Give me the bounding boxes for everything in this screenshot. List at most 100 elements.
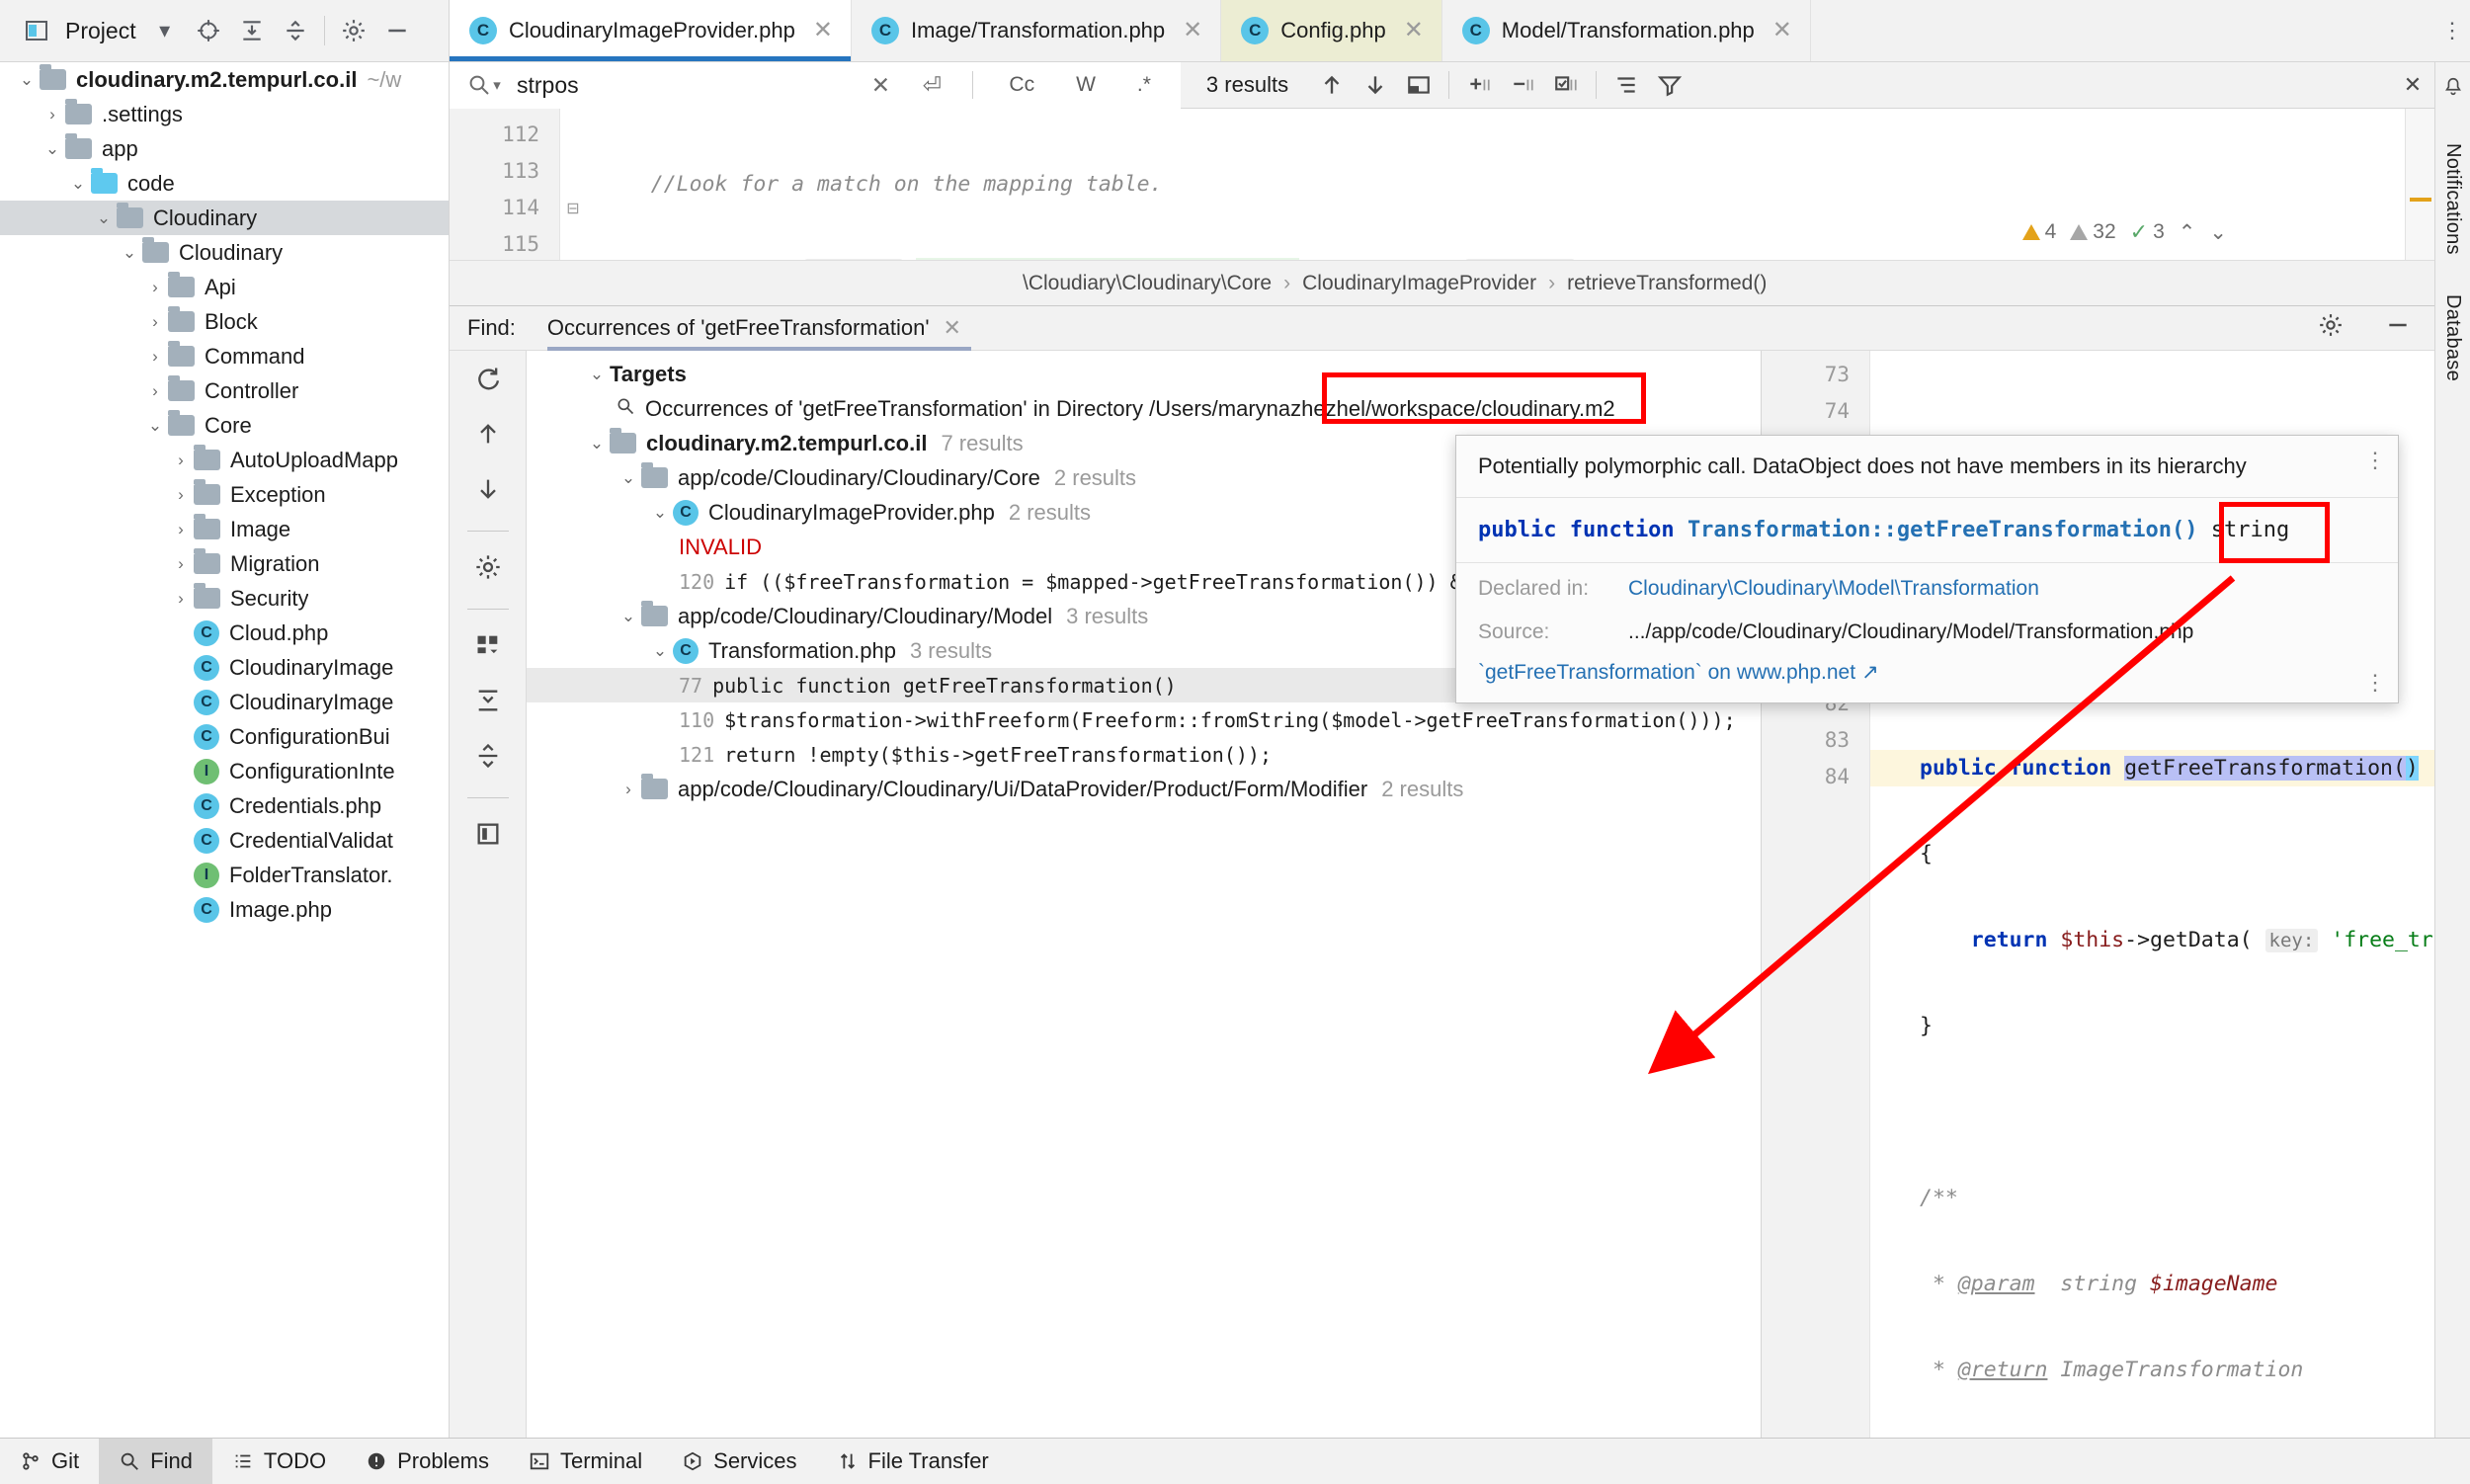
previous-occurrence-icon[interactable] — [474, 420, 502, 453]
project-button[interactable]: Project — [65, 18, 136, 44]
chevron-down-icon[interactable]: ⌄ — [2209, 220, 2227, 245]
tree-item-block[interactable]: › Block — [0, 304, 449, 339]
status-item-find[interactable]: Find — [99, 1439, 212, 1484]
chevron-right-icon[interactable]: › — [168, 485, 194, 505]
close-icon[interactable]: ✕ — [944, 315, 961, 341]
hide-panel-icon[interactable] — [382, 16, 412, 45]
tree-item-exception[interactable]: › Exception — [0, 477, 449, 512]
fold-marker[interactable]: ⊟ — [560, 190, 586, 226]
open-in-find-window-icon[interactable] — [1397, 72, 1441, 98]
hide-find-panel-icon[interactable] — [2385, 312, 2434, 344]
tree-item-command[interactable]: › Command — [0, 339, 449, 373]
fold-marker[interactable] — [560, 226, 586, 260]
tree-item-code[interactable]: ⌄ code — [0, 166, 449, 201]
tree-item-security[interactable]: › Security — [0, 581, 449, 616]
editor-tab-1[interactable]: C Image/Transformation.php ✕ — [851, 0, 1222, 61]
editor-tab-0[interactable]: C CloudinaryImageProvider.php ✕ — [450, 0, 852, 61]
find-result-row[interactable]: › app/code/Cloudinary/Cloudinary/Ui/DataP… — [527, 772, 1761, 806]
project-tree-panel[interactable]: ⌄ cloudinary.m2.tempurl.co.il ~/w › .setting… — [0, 62, 450, 1438]
error-stripe-markers[interactable] — [2405, 109, 2434, 260]
tab-overflow-menu-icon[interactable]: ⋮ — [2434, 0, 2470, 61]
status-item-file-transfer[interactable]: File Transfer — [817, 1439, 1009, 1484]
status-item-git[interactable]: Git — [0, 1439, 99, 1484]
code-folding-column[interactable]: ⊟ ⊟ ⊟ ⊟ ⊟ ⊟ ⊟ — [560, 109, 586, 260]
documentation-popup[interactable]: Potentially polymorphic call. DataObject… — [1455, 435, 2399, 703]
close-icon[interactable]: ✕ — [813, 19, 833, 42]
chevron-down-icon[interactable]: ⌄ — [91, 208, 117, 228]
chevron-down-icon[interactable]: ⌄ — [616, 468, 641, 488]
tree-item-cloudinary[interactable]: ⌄ Cloudinary — [0, 235, 449, 270]
collapse-all-icon[interactable] — [474, 742, 502, 776]
warnings-badge[interactable]: 4 — [2021, 220, 2056, 244]
expand-all-icon[interactable] — [237, 16, 267, 45]
tree-item-app[interactable]: ⌄ app — [0, 131, 449, 166]
find-result-row[interactable]: 110 $transformation->withFreeform(Freefor… — [527, 702, 1761, 737]
filter-icon[interactable] — [1648, 72, 1691, 98]
popup-declared-in-value[interactable]: Cloudinary\Cloudinary\Model\Transformati… — [1628, 577, 2039, 601]
chevron-right-icon[interactable]: › — [168, 451, 194, 470]
chevron-down-icon[interactable]: ⌄ — [647, 641, 673, 661]
close-icon[interactable]: ✕ — [1404, 19, 1424, 42]
chevron-down-icon[interactable]: ⌄ — [647, 503, 673, 523]
chevron-down-icon[interactable]: ⌄ — [584, 434, 610, 453]
chevron-up-icon[interactable]: ⌃ — [2179, 220, 2196, 245]
tree-item-cloudinaryimage[interactable]: C CloudinaryImage — [0, 650, 449, 685]
chevron-right-icon[interactable]: › — [142, 347, 168, 367]
search-icon[interactable]: ▾ — [465, 73, 503, 97]
tree-item-cloudinary-m2-tempurl-co-il[interactable]: ⌄ cloudinary.m2.tempurl.co.il ~/w — [0, 62, 449, 97]
close-icon[interactable]: ✕ — [1772, 19, 1792, 42]
expand-all-icon[interactable] — [474, 687, 502, 720]
database-label[interactable]: Database — [2441, 294, 2464, 381]
breadcrumb[interactable]: \Cloudiary\Cloudinary\Core › CloudinaryI… — [450, 260, 2434, 305]
group-by-icon[interactable] — [474, 631, 502, 665]
editor-tab-3[interactable]: C Model/Transformation.php ✕ — [1441, 0, 1811, 61]
chevron-right-icon[interactable]: › — [142, 312, 168, 332]
chevron-right-icon[interactable]: › — [168, 520, 194, 539]
checks-badge[interactable]: ✓ 3 — [2130, 219, 2165, 245]
chevron-down-icon[interactable]: ⌄ — [142, 416, 168, 436]
tree-item--settings[interactable]: › .settings — [0, 97, 449, 131]
tree-item-api[interactable]: › Api — [0, 270, 449, 304]
code-editor[interactable]: 1121131141151161171181191201211221231241… — [450, 109, 2434, 260]
tree-item-cloud-php[interactable]: C Cloud.php — [0, 616, 449, 650]
whole-words-toggle[interactable]: W — [1062, 73, 1110, 97]
status-item-problems[interactable]: Problems — [346, 1439, 509, 1484]
toggle-replace-icon[interactable]: ⏎ — [913, 72, 950, 99]
chevron-down-icon[interactable]: ⌄ — [117, 243, 142, 263]
chevron-down-icon[interactable]: ▾ — [150, 16, 180, 45]
select-all-occurrences-icon[interactable] — [1544, 72, 1588, 98]
tree-item-cloudinaryimage[interactable]: C CloudinaryImage — [0, 685, 449, 719]
popup-footer-link-row[interactable]: `getFreeTransformation` on www.php.net ↗… — [1456, 650, 2398, 702]
find-settings-icon[interactable] — [474, 553, 502, 587]
rerun-search-icon[interactable] — [474, 365, 502, 398]
tree-item-configurationbui[interactable]: C ConfigurationBui — [0, 719, 449, 754]
chevron-right-icon[interactable]: › — [616, 780, 641, 799]
breadcrumb-2[interactable]: retrieveTransformed() — [1567, 272, 1767, 295]
tree-item-image-php[interactable]: C Image.php — [0, 892, 449, 927]
clear-search-icon[interactable]: ✕ — [862, 72, 899, 99]
status-item-todo[interactable]: TODO — [212, 1439, 346, 1484]
notifications-label[interactable]: Notifications — [2441, 143, 2464, 255]
find-result-row[interactable]: ⌄ Targets — [527, 357, 1761, 391]
remove-selection-icon[interactable] — [1501, 72, 1544, 98]
popup-external-link[interactable]: `getFreeTransformation` on www.php.net — [1478, 661, 1855, 685]
find-results-tab[interactable]: Occurrences of 'getFreeTransformation' ✕ — [537, 306, 972, 351]
tree-item-credentialvalidat[interactable]: C CredentialValidat — [0, 823, 449, 858]
chevron-right-icon[interactable]: › — [142, 381, 168, 401]
tree-item-configurationinte[interactable]: I ConfigurationInte — [0, 754, 449, 788]
breadcrumb-1[interactable]: CloudinaryImageProvider — [1302, 272, 1536, 295]
chevron-right-icon[interactable]: › — [168, 589, 194, 609]
open-preview-icon[interactable] — [474, 820, 502, 854]
close-find-bar-icon[interactable]: ✕ — [2391, 72, 2434, 98]
find-settings-gear-icon[interactable] — [2318, 312, 2363, 344]
search-input[interactable]: ▾ strpos ✕ ⏎ Cc W .* — [450, 61, 1181, 109]
tree-item-image[interactable]: › Image — [0, 512, 449, 546]
chevron-right-icon[interactable]: › — [168, 554, 194, 574]
add-selection-icon[interactable] — [1457, 72, 1501, 98]
editor-tab-2[interactable]: C Config.php ✕ — [1221, 0, 1442, 61]
project-tree[interactable]: ⌄ cloudinary.m2.tempurl.co.il ~/w › .setting… — [0, 62, 449, 927]
chevron-down-icon[interactable]: ⌄ — [584, 365, 610, 384]
tree-item-migration[interactable]: › Migration — [0, 546, 449, 581]
regex-toggle[interactable]: .* — [1123, 73, 1165, 97]
next-occurrence-icon[interactable] — [474, 475, 502, 509]
